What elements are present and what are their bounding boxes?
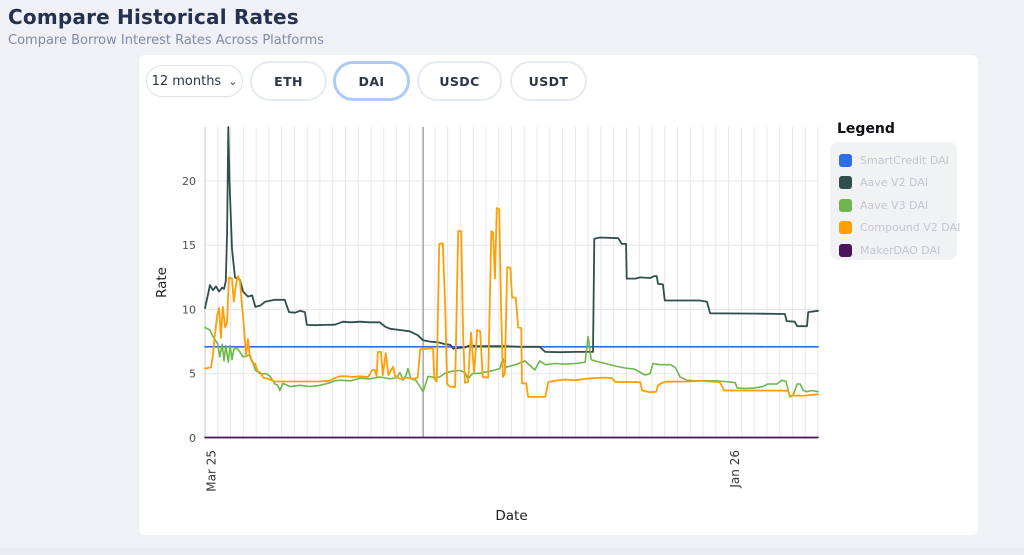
legend-title: Legend [837,121,895,137]
legend-item: Aave V3 DAI [839,194,957,217]
y-axis-tick-label: 10 [182,303,196,316]
legend-box: SmartCredit DAI Aave V2 DAI Aave V3 DAI Com… [830,142,961,262]
legend-swatch [839,221,852,235]
legend-item: SmartCredit DAI [839,149,957,172]
period-select-value: 12 months [151,73,222,89]
page-title: Compare Historical Rates [8,5,299,29]
legend-item: Compound V2 DAI [839,217,961,240]
asset-button-eth[interactable]: ETH [250,61,327,101]
y-axis-tick-label: 0 [189,432,196,445]
legend-item-label: MakerDAO DAI [860,243,941,257]
y-axis-tick-label: 5 [189,368,196,381]
asset-button-dai[interactable]: DAI [333,61,410,101]
legend-swatch [839,176,852,190]
rates-line-chart[interactable]: 0 5 10 15 20 Mar 25 Jan 26 Rate Date [150,118,850,530]
chart-svg: 0 5 10 15 20 Mar 25 Jan 26 Rate Date [154,126,819,524]
x-axis-tick-label: Jan 26 [728,450,742,489]
x-axis-title: Date [495,508,527,524]
y-axis-tick-label: 15 [182,239,196,252]
legend-item-label: Aave V2 DAI [860,176,929,190]
legend-item-label: Compound V2 DAI [860,221,961,235]
page-bottom-strip [0,548,1024,555]
chevron-down-icon: ⌄ [228,74,238,88]
legend-item-label: Aave V3 DAI [860,198,929,212]
x-axis-tick-label: Mar 25 [205,450,219,492]
y-axis-title: Rate [154,267,170,298]
legend-item: Aave V2 DAI [839,172,957,195]
asset-button-usdc[interactable]: USDC [417,61,502,101]
legend-swatch [839,198,852,212]
chart-card: 12 months ⌄ ETH DAI USDC USDT 0 5 10 15 20 Ma… [139,55,978,535]
legend-item-label: SmartCredit DAI [860,153,949,167]
page-subtitle: Compare Borrow Interest Rates Across Pla… [8,33,324,48]
asset-button-usdt[interactable]: USDT [510,61,587,101]
legend-item: MakerDAO DAI [839,239,957,262]
period-select[interactable]: 12 months ⌄ [146,65,243,97]
legend-swatch [839,243,852,257]
y-axis-tick-label: 20 [182,175,196,188]
legend-swatch [839,153,852,167]
